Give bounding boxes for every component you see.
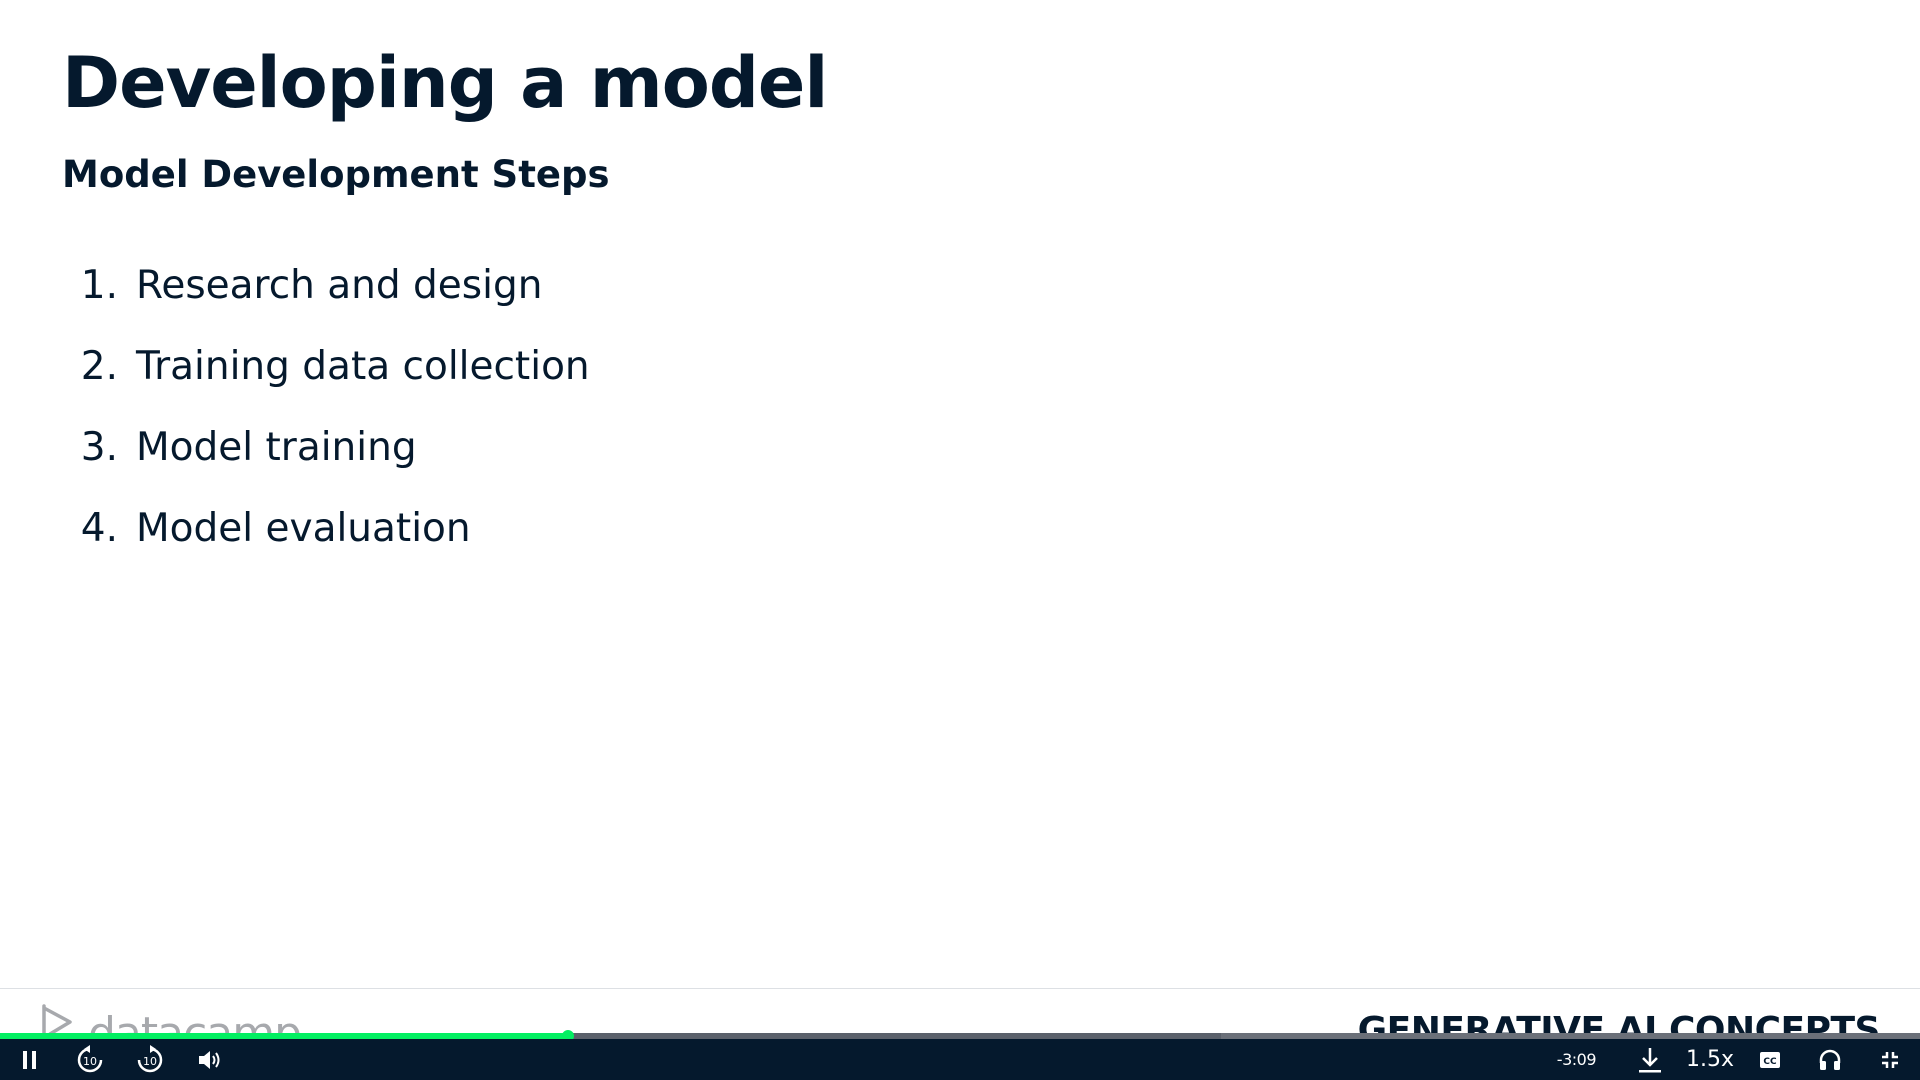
slide-subtitle: Model Development Steps bbox=[62, 153, 610, 196]
volume-icon bbox=[199, 1050, 220, 1069]
download-button[interactable] bbox=[1620, 1039, 1680, 1080]
time-remaining: -3:09 bbox=[1556, 1050, 1597, 1069]
list-item: 1. Research and design bbox=[56, 245, 590, 326]
svg-text:CC: CC bbox=[1763, 1057, 1777, 1067]
rewind-10-icon: 10 bbox=[77, 1044, 103, 1072]
logo-text: datacamp bbox=[88, 1008, 302, 1036]
forward-10-icon: 10 bbox=[137, 1044, 163, 1072]
forward-seconds-label: 10 bbox=[143, 1055, 157, 1068]
step-label: Model training bbox=[136, 425, 417, 470]
download-icon bbox=[1639, 1047, 1661, 1072]
playback-speed-button[interactable]: 1.5x bbox=[1680, 1039, 1740, 1080]
volume-button[interactable] bbox=[180, 1039, 240, 1080]
captions-icon: CC bbox=[1760, 1051, 1780, 1068]
step-list: 1. Research and design 2. Training data … bbox=[56, 245, 590, 569]
exit-fullscreen-button[interactable] bbox=[1860, 1039, 1920, 1080]
step-number: 1. bbox=[80, 263, 118, 308]
footer-divider bbox=[0, 988, 1920, 989]
datacamp-logo: datacamp bbox=[40, 1004, 301, 1035]
step-number: 3. bbox=[80, 425, 118, 470]
datacamp-logo-icon bbox=[42, 1004, 72, 1035]
slide: Developing a model Model Development Ste… bbox=[0, 0, 1920, 1035]
rewind-seconds-label: 10 bbox=[83, 1055, 97, 1068]
step-label: Model evaluation bbox=[136, 506, 471, 551]
step-label: Training data collection bbox=[136, 344, 590, 389]
pause-icon bbox=[23, 1050, 36, 1069]
rewind-10-button[interactable]: 10 bbox=[60, 1039, 120, 1080]
audio-only-button[interactable] bbox=[1800, 1039, 1860, 1080]
list-item: 3. Model training bbox=[56, 407, 590, 488]
step-number: 2. bbox=[80, 344, 118, 389]
forward-10-button[interactable]: 10 bbox=[120, 1039, 180, 1080]
player-controls: 10 10 -3:09 1.5x CC bbox=[0, 1039, 1920, 1080]
exit-fullscreen-icon bbox=[1882, 1051, 1898, 1068]
course-title: GENERATIVE AI CONCEPTS bbox=[1357, 1010, 1880, 1035]
captions-button[interactable]: CC bbox=[1740, 1039, 1800, 1080]
audio-only-icon bbox=[1819, 1049, 1841, 1070]
step-number: 4. bbox=[80, 506, 118, 551]
slide-title: Developing a model bbox=[62, 42, 828, 124]
pause-button[interactable] bbox=[0, 1039, 60, 1080]
list-item: 4. Model evaluation bbox=[56, 488, 590, 569]
step-label: Research and design bbox=[136, 263, 543, 308]
list-item: 2. Training data collection bbox=[56, 326, 590, 407]
